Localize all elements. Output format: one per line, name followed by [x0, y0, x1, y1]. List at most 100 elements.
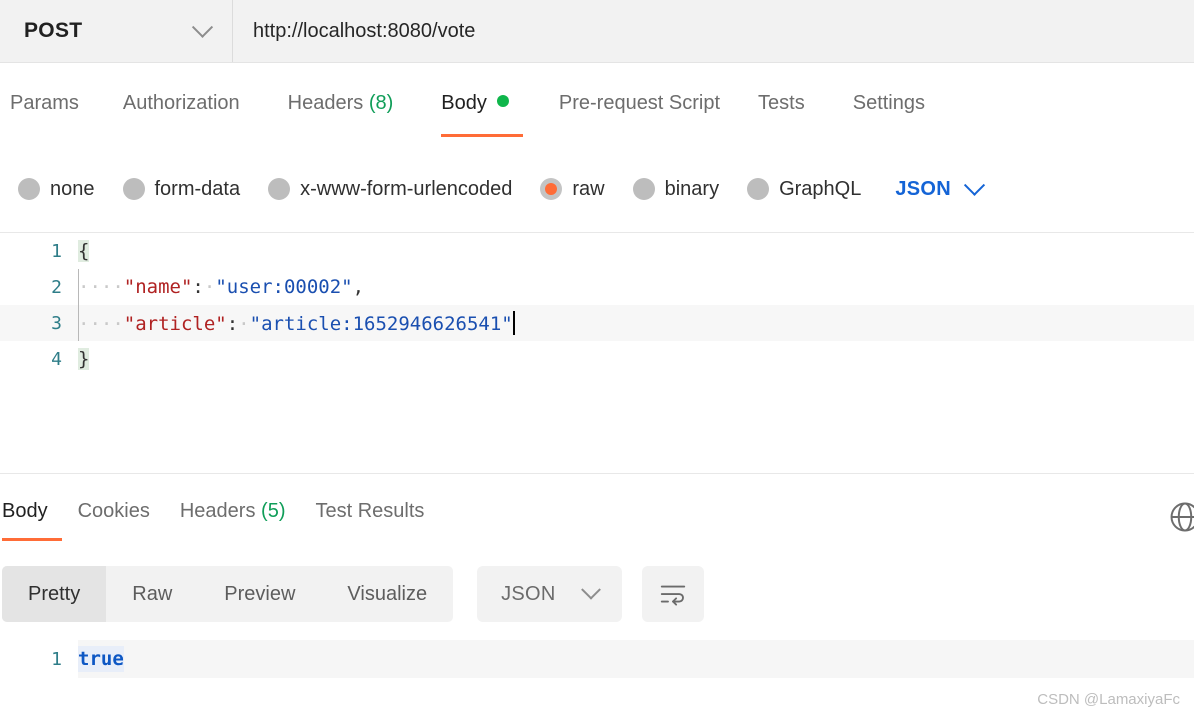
raw-format-select[interactable]: JSON — [895, 174, 986, 201]
request-body-editor[interactable]: 1 { 2 ····"name":·"user:00002", 3 ····"a… — [0, 232, 1194, 474]
response-tab-test-results-label: Test Results — [315, 500, 425, 522]
tab-params-label: Params — [10, 92, 79, 114]
tab-body-label: Body — [441, 92, 487, 114]
json-colon: : — [226, 313, 239, 335]
response-tab-headers[interactable]: Headers (5) — [180, 500, 286, 541]
json-value-name: "user:00002" — [215, 276, 353, 298]
radio-urlencoded-icon — [268, 178, 291, 200]
request-url-bar: POST http://localhost:8080/vote — [0, 0, 1194, 63]
json-key-name: "name" — [123, 276, 193, 298]
response-body-value: true — [78, 646, 124, 672]
body-modified-dot-icon — [496, 95, 509, 107]
body-mode-urlencoded-label: x-www-form-urlencoded — [300, 177, 513, 200]
response-tabs: Body Cookies Headers (5) Test Results — [0, 488, 1194, 550]
active-tab-underline — [2, 538, 62, 541]
tab-tests-label: Tests — [758, 92, 805, 114]
response-view-segmented-control: Pretty Raw Preview Visualize — [2, 566, 454, 622]
view-mode-visualize[interactable]: Visualize — [321, 566, 453, 622]
close-brace-token: } — [78, 348, 90, 370]
response-format-select[interactable]: JSON — [477, 566, 622, 622]
raw-format-label: JSON — [895, 177, 952, 200]
body-mode-raw[interactable]: raw — [540, 177, 605, 201]
editor-line: 4 } — [0, 341, 1194, 377]
tab-pre-request-script[interactable]: Pre-request Script — [559, 92, 720, 137]
tab-authorization-label: Authorization — [122, 92, 240, 114]
response-tab-cookies-label: Cookies — [77, 500, 150, 522]
body-mode-form-data-label: form-data — [154, 177, 241, 200]
whitespace-dot: · — [238, 313, 250, 335]
body-mode-none[interactable]: none — [18, 178, 95, 201]
tab-authorization[interactable]: Authorization — [123, 92, 240, 137]
editor-line-content: ····"name":·"user:00002", — [78, 276, 364, 298]
line-number: 3 — [51, 312, 62, 334]
body-mode-none-label: none — [50, 177, 95, 200]
tab-headers-count: (8) — [368, 92, 394, 114]
json-comma: , — [352, 276, 365, 298]
tab-params[interactable]: Params — [10, 92, 79, 137]
chevron-down-icon — [191, 16, 214, 38]
request-url-input[interactable]: http://localhost:8080/vote — [233, 0, 1194, 62]
tab-headers[interactable]: Headers (8) — [288, 92, 394, 137]
response-line-number: 1 — [0, 640, 78, 678]
response-tab-body[interactable]: Body — [2, 500, 62, 541]
tab-headers-label: Headers — [287, 92, 364, 114]
whitespace-dots: ···· — [78, 276, 124, 298]
body-mode-row: none form-data x-www-form-urlencoded raw… — [0, 165, 1194, 213]
json-value-article: "article:1652946626541" — [249, 313, 513, 335]
body-mode-binary-label: binary — [664, 177, 720, 200]
editor-line-content: } — [78, 348, 90, 370]
radio-binary-icon — [632, 178, 655, 200]
response-view-toolbar: Pretty Raw Preview Visualize JSON — [0, 562, 1194, 626]
body-mode-form-data[interactable]: form-data — [122, 177, 241, 201]
editor-line: 1 { — [0, 233, 1194, 269]
body-mode-graphql-label: GraphQL — [779, 177, 862, 200]
line-number: 1 — [51, 240, 62, 262]
whitespace-dots: ···· — [78, 313, 124, 335]
chevron-down-icon — [963, 174, 986, 196]
editor-line-content: ····"article":·"article:1652946626541" — [78, 311, 515, 335]
body-mode-graphql[interactable]: GraphQL — [747, 178, 861, 201]
open-brace-token: { — [78, 240, 90, 262]
response-body-viewer[interactable]: 1 true — [0, 640, 1194, 686]
editor-line-content: { — [78, 240, 90, 262]
response-format-label: JSON — [501, 582, 556, 605]
line-number: 2 — [51, 276, 62, 298]
json-key-article: "article" — [123, 313, 227, 335]
editor-line: 2 ····"name":·"user:00002", — [0, 269, 1194, 305]
response-body-line: 1 true — [0, 640, 1194, 678]
view-mode-visualize-label: Visualize — [347, 582, 428, 605]
radio-raw-icon — [540, 178, 563, 200]
response-tab-headers-label: Headers — [179, 500, 256, 522]
active-tab-underline — [441, 134, 524, 137]
http-method-label: POST — [24, 19, 83, 42]
editor-line-active: 3 ····"article":·"article:1652946626541" — [0, 305, 1194, 341]
chevron-down-icon — [580, 579, 601, 600]
tab-settings-label: Settings — [852, 92, 925, 114]
request-tabs: Params Authorization Headers (8) Body Pr… — [0, 62, 1194, 146]
radio-form-data-icon — [122, 178, 145, 200]
http-method-select[interactable]: POST — [0, 0, 233, 62]
whitespace-dot: · — [203, 276, 216, 298]
view-mode-pretty[interactable]: Pretty — [2, 566, 107, 622]
tab-body[interactable]: Body — [441, 92, 524, 137]
body-mode-raw-label: raw — [572, 177, 605, 200]
globe-icon[interactable] — [1168, 500, 1194, 539]
response-tab-headers-count: (5) — [261, 500, 286, 522]
tab-tests[interactable]: Tests — [758, 92, 805, 137]
response-tab-cookies[interactable]: Cookies — [78, 500, 150, 541]
view-mode-raw[interactable]: Raw — [106, 566, 198, 622]
tab-pre-request-script-label: Pre-request Script — [558, 92, 721, 114]
watermark: CSDN @LamaxiyaFc — [1037, 691, 1180, 708]
body-mode-urlencoded[interactable]: x-www-form-urlencoded — [268, 178, 512, 201]
tab-settings[interactable]: Settings — [853, 92, 925, 137]
view-mode-raw-label: Raw — [132, 582, 173, 605]
line-number: 4 — [51, 348, 62, 370]
radio-none-icon — [18, 178, 40, 200]
response-tab-test-results[interactable]: Test Results — [315, 500, 424, 541]
wrap-lines-button[interactable] — [641, 566, 704, 622]
text-cursor — [512, 311, 515, 335]
body-mode-binary[interactable]: binary — [632, 177, 720, 201]
view-mode-preview[interactable]: Preview — [198, 566, 321, 622]
view-mode-preview-label: Preview — [224, 582, 296, 605]
json-colon: : — [192, 276, 204, 298]
